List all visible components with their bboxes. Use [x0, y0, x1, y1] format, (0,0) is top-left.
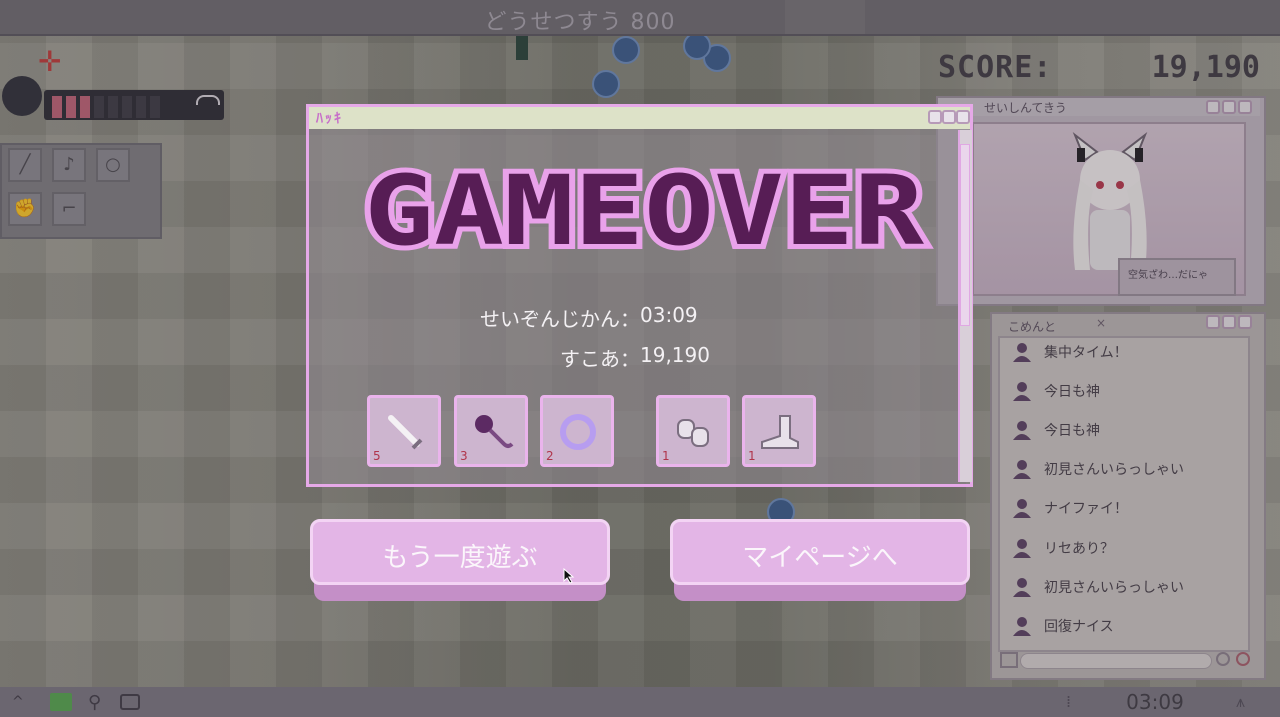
item-slot-microphone[interactable]: 3	[454, 395, 528, 467]
retry-button[interactable]: もう一度遊ぶ	[310, 519, 610, 605]
item-level: 2	[546, 449, 554, 463]
mypage-button[interactable]: マイページへ	[670, 519, 970, 605]
item-level: 1	[662, 449, 670, 463]
close-button[interactable]	[956, 110, 970, 124]
item-slot-boot[interactable]: 1	[742, 395, 816, 467]
item-slot-gloves[interactable]: 1	[656, 395, 730, 467]
item-level: 1	[748, 449, 756, 463]
dialog-titlebar	[309, 107, 970, 129]
final-score-label: すこあ：	[560, 347, 640, 371]
headline-text: GAMEOVER	[364, 160, 924, 267]
clock: 03:09	[1126, 690, 1184, 714]
scrollbar-thumb[interactable]	[960, 144, 970, 326]
grip-icon: ⁞	[1066, 692, 1072, 711]
ring-icon	[560, 414, 596, 450]
sword-icon	[388, 415, 423, 450]
bottom-bar	[0, 687, 1280, 717]
tray-icon[interactable]: ⩚	[1236, 692, 1245, 712]
survival-time-label: せいぞんじかん：	[480, 307, 640, 331]
chat-icon[interactable]	[120, 694, 140, 710]
gloves-icon	[677, 419, 709, 447]
survival-time-value: 03:09	[640, 303, 698, 327]
mouse-cursor-icon	[563, 568, 575, 584]
item-slot-sword[interactable]: 5	[367, 395, 441, 467]
final-score-value: 19,190	[640, 343, 710, 367]
dialog-title: ﾊｯｷ	[316, 111, 343, 127]
chevron-up-icon[interactable]: ^	[12, 694, 24, 710]
maximize-button[interactable]	[942, 110, 956, 124]
minimize-button[interactable]	[928, 110, 942, 124]
mypage-button-label: マイページへ	[742, 543, 898, 573]
game-over-headline: GAMEOVER	[359, 160, 929, 272]
search-icon[interactable]: ⚲	[88, 692, 101, 713]
item-level: 5	[373, 449, 381, 463]
item-slot-ring[interactable]: 2	[540, 395, 614, 467]
microphone-icon	[475, 415, 514, 448]
folder-icon[interactable]	[50, 693, 72, 711]
item-level: 3	[460, 449, 468, 463]
boot-icon	[761, 415, 799, 449]
